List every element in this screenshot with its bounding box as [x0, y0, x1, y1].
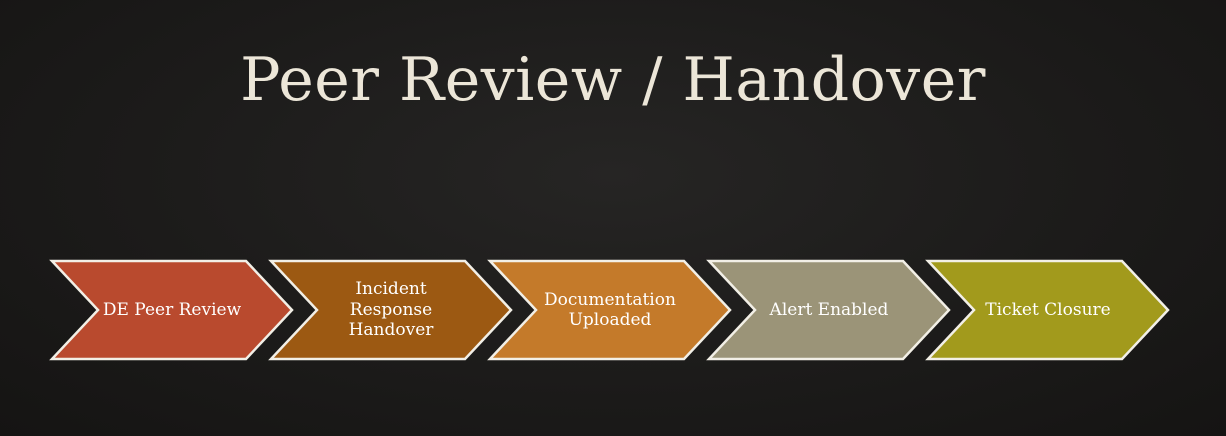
step-label-documentation-uploaded: Documentation Uploaded: [544, 289, 676, 330]
step-label-incident-response-handover: Incident Response Handover: [348, 279, 434, 341]
step-label-ticket-closure: Ticket Closure: [985, 299, 1111, 320]
slide: Peer Review / Handover DE Peer Review In…: [0, 0, 1226, 436]
step-label-de-peer-review: DE Peer Review: [102, 299, 242, 320]
slide-title: Peer Review / Handover: [240, 45, 986, 115]
step-label-alert-enabled: Alert Enabled: [769, 299, 889, 320]
process-flow: DE Peer Review Incident Response Handove…: [0, 258, 1226, 362]
